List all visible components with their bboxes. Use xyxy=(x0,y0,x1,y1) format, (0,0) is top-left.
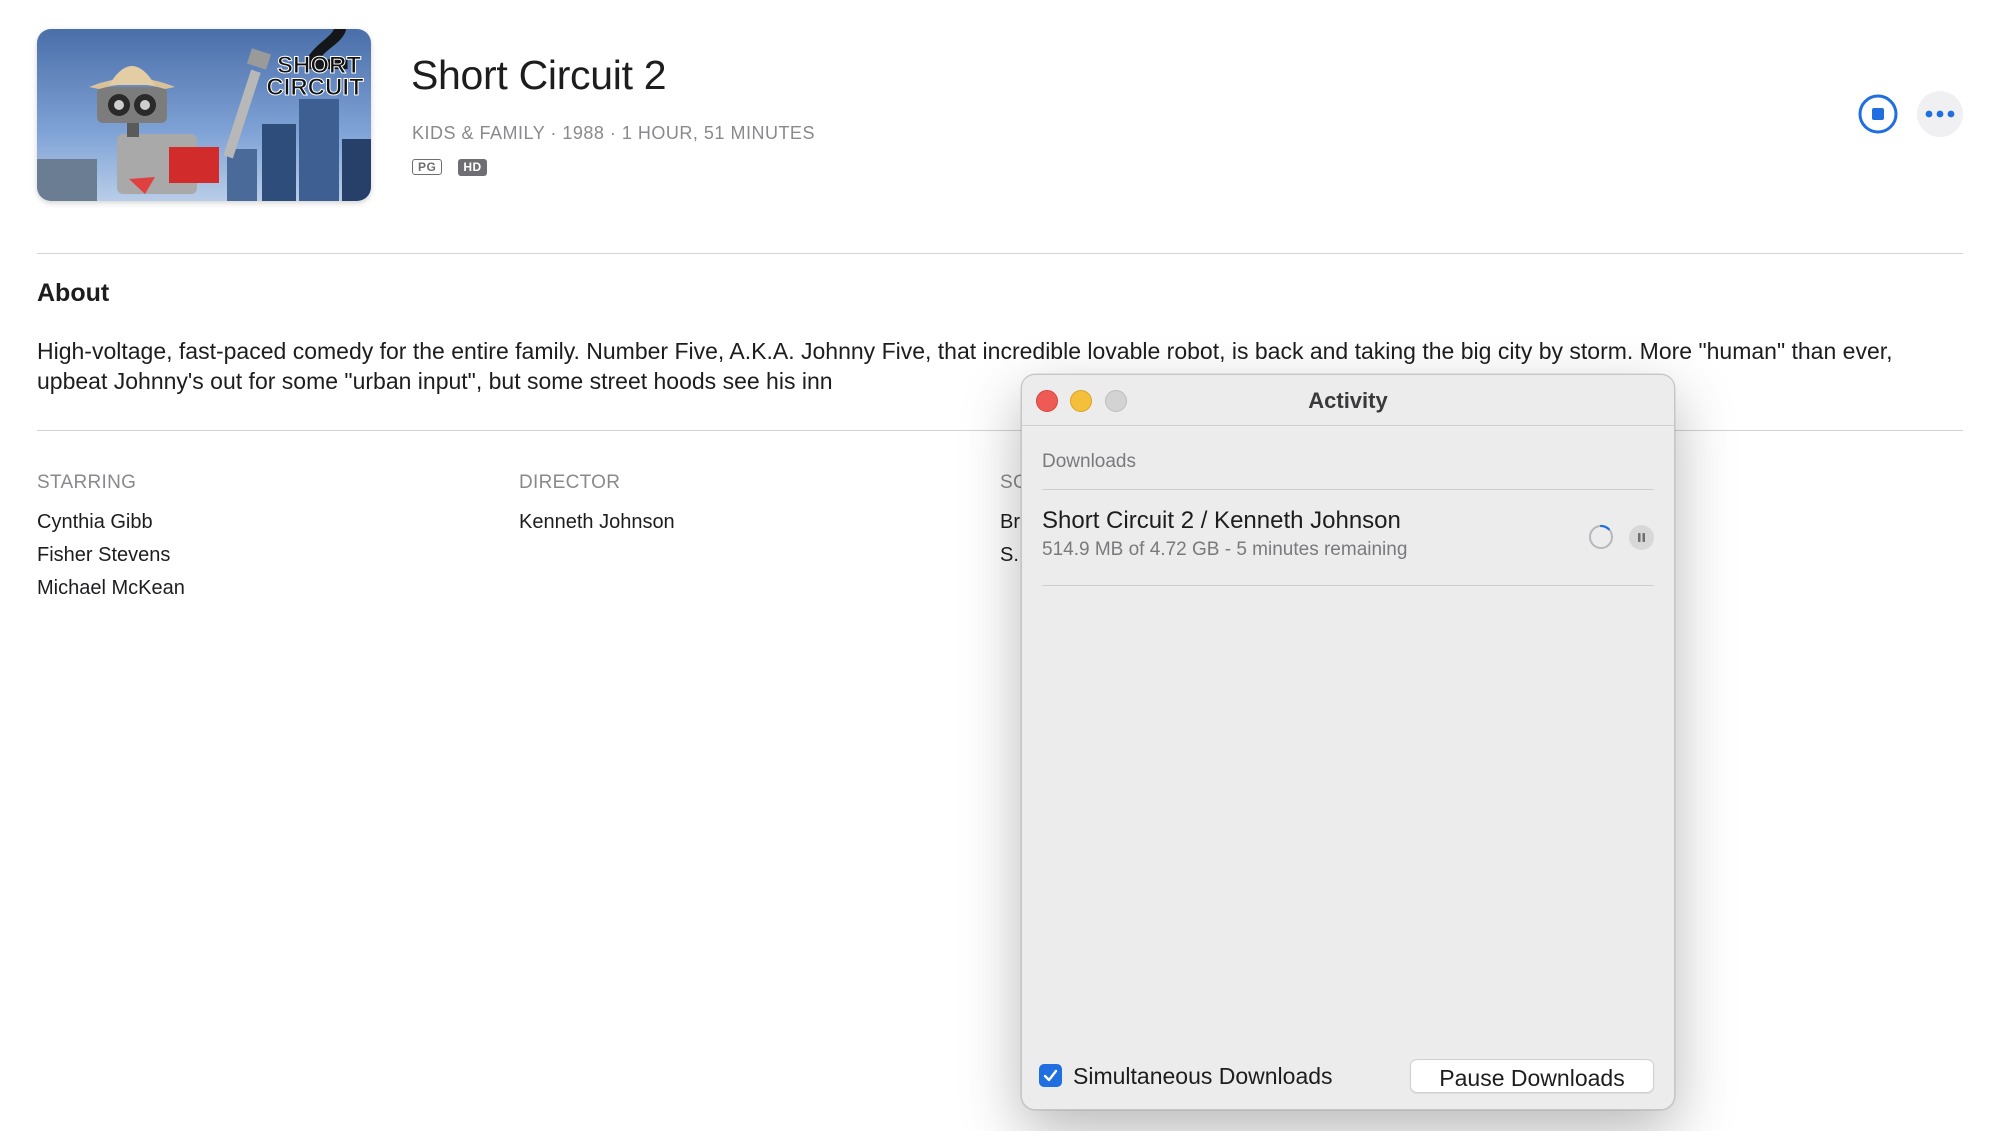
director-name[interactable]: Kenneth Johnson xyxy=(519,506,675,539)
movie-poster: 2 SHORT CIRCUIT xyxy=(37,29,371,201)
window-titlebar[interactable]: Activity xyxy=(1022,375,1674,426)
spinner-icon xyxy=(1589,524,1613,549)
hd-badge: HD xyxy=(458,159,487,176)
item-divider xyxy=(1042,585,1654,586)
svg-text:CIRCUIT: CIRCUIT xyxy=(266,74,364,101)
director-column: DIRECTOR Kenneth Johnson xyxy=(519,472,675,539)
window-title: Activity xyxy=(1308,388,1388,413)
stop-download-button[interactable] xyxy=(1855,91,1901,137)
activity-window: Activity Downloads Short Circuit 2 / Ken… xyxy=(1021,374,1675,1110)
pause-icon xyxy=(1638,533,1645,542)
movie-title: Short Circuit 2 xyxy=(411,52,667,98)
simultaneous-downloads-label[interactable]: Simultaneous Downloads xyxy=(1073,1063,1333,1090)
more-icon xyxy=(1925,110,1955,118)
director-label: DIRECTOR xyxy=(519,472,621,493)
rating-badge: PG xyxy=(412,159,443,175)
stop-download-icon xyxy=(1858,94,1898,134)
simultaneous-downloads-checkbox[interactable] xyxy=(1039,1064,1062,1087)
section-divider xyxy=(1042,489,1654,490)
checkmark-icon xyxy=(1043,1069,1058,1082)
starring-column: STARRING Cynthia Gibb Fisher Stevens Mic… xyxy=(37,472,185,605)
pause-download-button[interactable] xyxy=(1629,525,1654,550)
downloads-section-label: Downloads xyxy=(1042,451,1136,472)
header-divider xyxy=(37,253,1963,254)
starring-label: STARRING xyxy=(37,472,137,493)
movie-meta: KIDS & FAMILY · 1988 · 1 HOUR, 51 MINUTE… xyxy=(412,123,815,143)
more-button[interactable] xyxy=(1917,91,1963,137)
cast-member[interactable]: Fisher Stevens xyxy=(37,539,185,572)
cast-member[interactable]: Cynthia Gibb xyxy=(37,506,185,539)
about-text: High-voltage, fast-paced comedy for the … xyxy=(37,338,1893,394)
about-heading: About xyxy=(37,279,110,307)
badges: PG HD xyxy=(412,159,487,176)
pause-downloads-button[interactable]: Pause Downloads xyxy=(1410,1059,1654,1093)
download-progress-text: 514.9 MB of 4.72 GB - 5 minutes remainin… xyxy=(1042,539,1408,560)
cast-member[interactable]: Michael McKean xyxy=(37,572,185,605)
poster-artwork: 2 SHORT CIRCUIT xyxy=(37,29,371,201)
download-name: Short Circuit 2 / Kenneth Johnson xyxy=(1042,507,1401,534)
